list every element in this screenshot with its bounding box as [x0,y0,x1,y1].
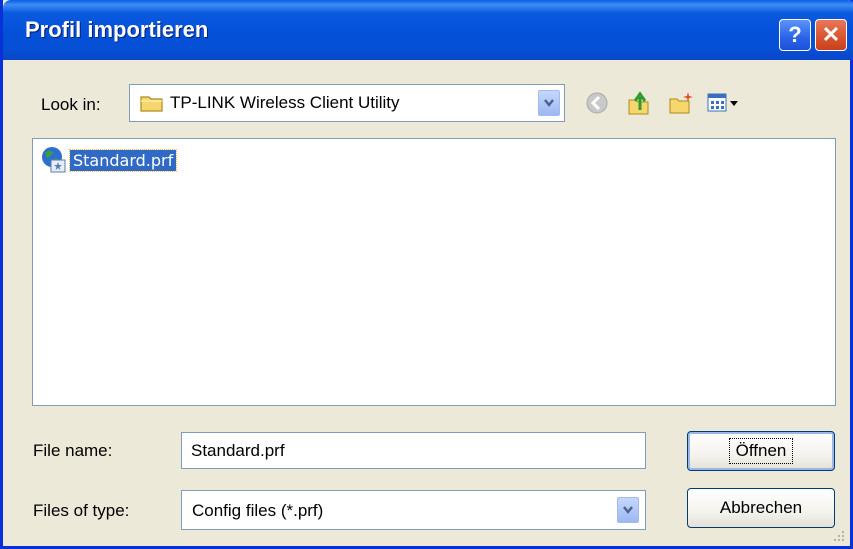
help-button[interactable]: ? [779,19,811,51]
file-name-label: File name: [33,441,113,460]
close-icon: ✕ [821,22,841,47]
file-item-standard-prf[interactable]: Standard.prf [39,145,178,175]
file-name-label: Standard.prf [68,148,178,172]
file-type-dropdown[interactable]: Config files (*.prf) [181,490,646,530]
look-in-label: Look in: [41,95,101,114]
title-bar[interactable]: Profil importieren ? ✕ [3,0,853,60]
open-button[interactable]: Öffnen [687,431,835,471]
back-icon[interactable] [583,89,611,117]
cancel-button-label: Abbrechen [719,498,803,517]
chevron-down-icon[interactable] [617,497,639,523]
open-button-label: Öffnen [728,438,794,464]
look-in-dropdown[interactable]: TP-LINK Wireless Client Utility [129,84,565,122]
up-folder-icon[interactable] [625,89,653,117]
view-menu-icon[interactable] [705,89,741,117]
profile-file-icon [39,145,69,175]
file-list[interactable]: Standard.prf [32,138,836,406]
file-type-value: Config files (*.prf) [192,501,324,520]
file-type-label: Files of type: [33,501,130,520]
cancel-button[interactable]: Abbrechen [687,488,835,528]
dialog-title: Profil importieren [25,17,209,42]
file-name-input[interactable] [181,432,646,469]
folder-icon [140,93,164,118]
file-dialog: Profil importieren ? ✕ Look in: TP-LINK … [0,0,853,549]
resize-grip-icon[interactable] [832,528,846,542]
new-folder-icon[interactable] [667,89,695,117]
look-in-value: TP-LINK Wireless Client Utility [170,93,400,112]
help-icon: ? [788,22,802,47]
close-button[interactable]: ✕ [815,19,847,51]
chevron-down-icon[interactable] [538,90,560,116]
